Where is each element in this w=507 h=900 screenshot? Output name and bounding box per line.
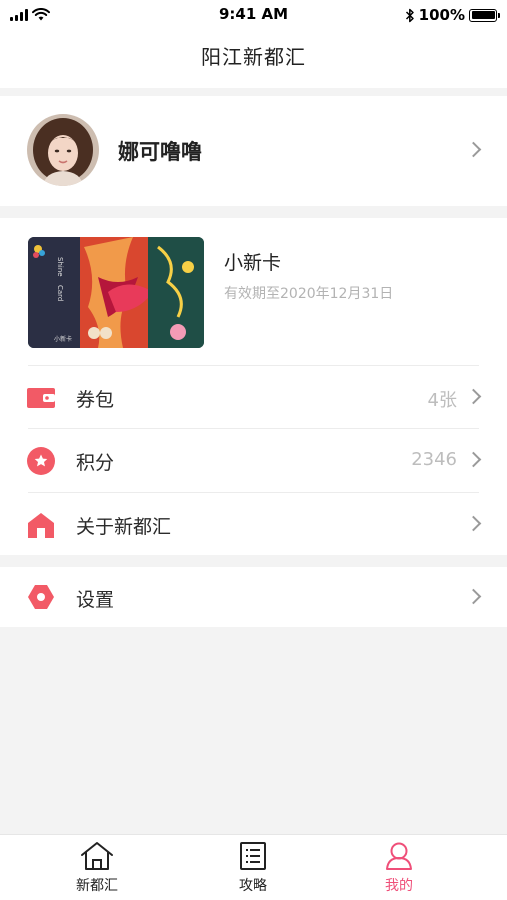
profile-name: 娜可噜噜 (118, 140, 202, 164)
bluetooth-icon (405, 8, 414, 22)
gear-hexagon-icon (28, 585, 54, 609)
chevron-right-icon (465, 515, 482, 532)
tab-mine[interactable]: 我的 (339, 841, 459, 895)
menu-item-label: 积分 (76, 452, 115, 474)
status-right: 100% (405, 6, 500, 24)
wallet-icon (27, 388, 55, 408)
chevron-right-icon (465, 388, 482, 405)
chevron-right-icon (465, 141, 482, 158)
menu-item-points[interactable]: 积分 2346 (0, 429, 507, 491)
avatar[interactable] (27, 114, 99, 186)
tab-label: 我的 (385, 878, 413, 894)
member-card-image[interactable]: Shine Card 小新卡 (28, 237, 204, 348)
building-icon (28, 513, 54, 538)
status-bar: 9:41 AM 100% (0, 0, 507, 30)
menu-list: 券包 4张 积分 2346 关于新都汇 (0, 365, 507, 555)
page-title: 阳江新都汇 (201, 45, 306, 69)
card-type-text: Card (56, 285, 64, 301)
profile-row[interactable]: 娜可噜噜 (0, 96, 507, 206)
battery-icon (469, 8, 500, 22)
person-icon (386, 842, 412, 870)
tab-label: 攻略 (239, 878, 267, 894)
points-value: 2346 (411, 449, 457, 470)
battery-percent: 100% (418, 6, 465, 24)
chevron-right-icon (465, 451, 482, 468)
card-expiry: 有效期至2020年12月31日 (224, 286, 394, 302)
star-badge-icon (27, 447, 55, 475)
tab-label: 新都汇 (76, 878, 118, 894)
card-name: 小新卡 (224, 252, 282, 274)
tab-guide[interactable]: 攻略 (193, 841, 313, 895)
card-brand-text: Shine (56, 257, 64, 277)
home-icon (81, 842, 113, 870)
menu-item-label: 券包 (76, 389, 115, 411)
settings-label: 设置 (76, 589, 115, 611)
menu-item-label: 关于新都汇 (76, 516, 172, 538)
member-card-row[interactable]: Shine Card 小新卡 小新卡 有效期至2020年12月31日 (0, 218, 507, 365)
tab-bar: 新都汇 攻略 我的 (0, 834, 507, 900)
list-icon (240, 842, 266, 870)
coupon-count: 4张 (427, 390, 457, 411)
menu-item-coupons[interactable]: 券包 4张 (0, 366, 507, 428)
tab-home[interactable]: 新都汇 (37, 841, 157, 895)
card-footer-text: 小新卡 (54, 335, 72, 343)
menu-item-about[interactable]: 关于新都汇 (0, 493, 507, 555)
chevron-right-icon (465, 588, 482, 605)
nav-bar: 阳江新都汇 (0, 30, 507, 88)
settings-row[interactable]: 设置 (0, 567, 507, 627)
